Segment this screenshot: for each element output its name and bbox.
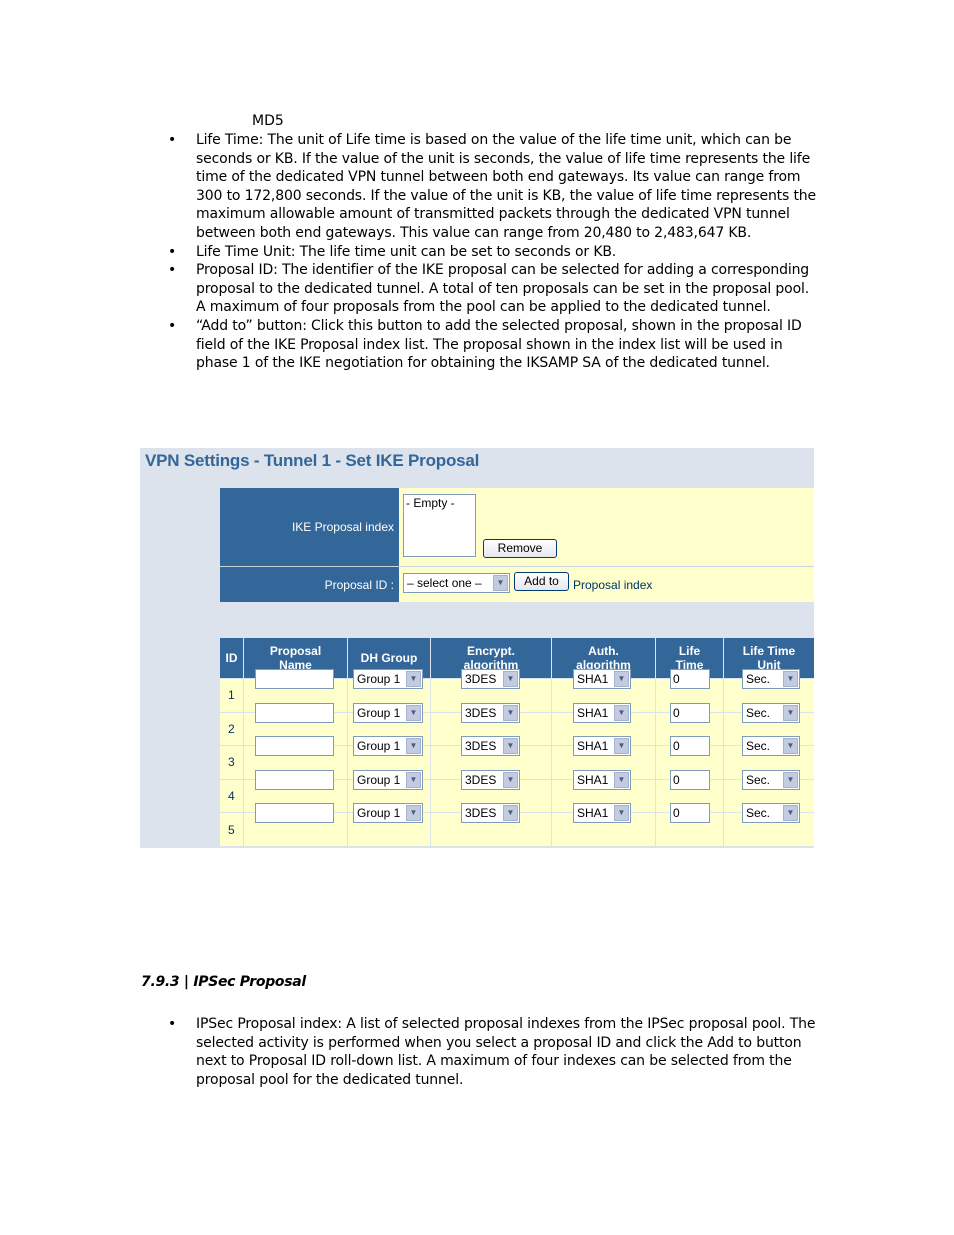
chevron-down-icon[interactable]: ▼ [406, 805, 421, 822]
chevron-down-icon[interactable]: ▼ [406, 771, 421, 788]
add-to-button[interactable]: Add to [514, 572, 569, 591]
auth-select[interactable]: SHA1 ▼ [573, 736, 631, 757]
bullet-life-time-unit: • Life Time Unit: The life time unit can … [168, 243, 617, 260]
section-heading: 7.9.3 | IPSec Proposal [141, 974, 306, 990]
proposal-id-label: Proposal ID : [220, 566, 399, 602]
life-time-unit-select[interactable]: Sec. ▼ [742, 803, 800, 824]
dh-group-select[interactable]: Group 1 ▼ [353, 803, 423, 824]
row-id: 3 [220, 745, 244, 780]
bullet-proposal-id: • Proposal ID: The identifier of the IKE … [168, 262, 810, 316]
screenshot-title: VPN Settings - Tunnel 1 - Set IKE Propos… [145, 451, 480, 470]
chevron-down-icon[interactable]: ▼ [783, 771, 798, 788]
proposal-name-input[interactable] [255, 803, 334, 824]
listbox-item[interactable]: - Empty - [406, 496, 455, 510]
bullet-glyph: • [168, 132, 177, 148]
chevron-down-icon[interactable]: ▼ [614, 805, 629, 822]
row-id: 1 [220, 678, 244, 713]
section-bullet-list: • IPSec Proposal index: A list of selecte… [168, 1015, 818, 1089]
proposal-table: ID Proposal Name DH Group Encrypt. algor… [220, 638, 814, 846]
encrypt-select[interactable]: 3DES ▼ [461, 669, 520, 689]
proposal-index-link[interactable]: Proposal index [573, 578, 652, 592]
encrypt-select[interactable]: 3DES ▼ [461, 736, 520, 757]
chevron-down-icon[interactable]: ▼ [406, 704, 421, 721]
auth-select[interactable]: SHA1 ▼ [573, 769, 631, 790]
chevron-down-icon[interactable]: ▼ [614, 738, 629, 755]
life-time-input[interactable]: 0 [670, 702, 710, 723]
ike-index-label: IKE Proposal index [220, 488, 399, 567]
bullet-ipsec-index: • IPSec Proposal index: A list of selecte… [168, 1016, 816, 1088]
bullet-glyph: • [168, 1016, 177, 1032]
chevron-down-icon[interactable]: ▼ [614, 771, 629, 788]
remove-button[interactable]: Remove [483, 539, 557, 558]
encrypt-select[interactable]: 3DES ▼ [461, 803, 520, 824]
chevron-down-icon[interactable]: ▼ [406, 671, 421, 687]
chevron-down-icon[interactable]: ▼ [503, 704, 518, 721]
life-time-input[interactable]: 0 [670, 769, 710, 790]
chevron-down-icon[interactable]: ▼ [783, 671, 798, 687]
life-time-unit-select[interactable]: Sec. ▼ [742, 736, 800, 757]
chevron-down-icon[interactable]: ▼ [614, 671, 629, 687]
auth-select[interactable]: SHA1 ▼ [573, 702, 631, 723]
chevron-down-icon[interactable]: ▼ [503, 771, 518, 788]
encrypt-select[interactable]: 3DES ▼ [461, 769, 520, 790]
life-time-unit-select[interactable]: Sec. ▼ [742, 702, 800, 723]
dh-group-select[interactable]: Group 1 ▼ [353, 669, 423, 689]
encrypt-select[interactable]: 3DES ▼ [461, 702, 520, 723]
row-id: 4 [220, 778, 244, 813]
chevron-down-icon[interactable]: ▼ [783, 704, 798, 721]
auth-select[interactable]: SHA1 ▼ [573, 803, 631, 824]
proposal-name-input[interactable] [255, 702, 334, 723]
bullet-glyph: • [168, 262, 177, 279]
row-id: 5 [220, 812, 244, 846]
proposal-name-input[interactable] [255, 736, 334, 757]
col-id: ID [220, 638, 244, 679]
bullet-glyph: • [168, 317, 177, 334]
dh-group-select[interactable]: Group 1 ▼ [353, 769, 423, 790]
chevron-down-icon[interactable]: ▼ [503, 738, 518, 755]
life-time-input[interactable]: 0 [670, 669, 710, 689]
bullet-life-time: • Life Time: The unit of Life time is bas… [168, 132, 816, 241]
chevron-down-icon[interactable]: ▼ [783, 738, 798, 755]
bullet-add-to: • “Add to” button: Click this button to a… [168, 317, 802, 372]
life-time-input[interactable]: 0 [670, 736, 710, 757]
ike-proposal-screenshot: VPN Settings - Tunnel 1 - Set IKE Propos… [140, 448, 814, 848]
table-row: 5 Group 1 ▼ 3DES ▼ SHA1 ▼ 0 Sec. ▼ [220, 803, 814, 846]
life-time-unit-select[interactable]: Sec. ▼ [742, 669, 800, 689]
md5-line: MD5 [252, 113, 284, 129]
proposal-id-select[interactable]: – select one – ▼ [403, 573, 510, 593]
dh-group-select[interactable]: Group 1 ▼ [353, 702, 423, 723]
bullet-glyph: • [168, 243, 177, 260]
chevron-down-icon[interactable]: ▼ [493, 575, 508, 591]
chevron-down-icon[interactable]: ▼ [503, 671, 518, 687]
chevron-down-icon[interactable]: ▼ [614, 704, 629, 721]
ike-index-listbox[interactable]: - Empty - [403, 494, 476, 557]
proposal-name-input[interactable] [255, 769, 334, 790]
chevron-down-icon[interactable]: ▼ [406, 738, 421, 755]
proposal-name-input[interactable] [255, 669, 334, 689]
chevron-down-icon[interactable]: ▼ [503, 805, 518, 822]
bullet-list: • Life Time: The unit of Life time is bas… [168, 131, 818, 373]
dh-group-select[interactable]: Group 1 ▼ [353, 736, 423, 757]
chevron-down-icon[interactable]: ▼ [783, 805, 798, 822]
life-time-unit-select[interactable]: Sec. ▼ [742, 769, 800, 790]
life-time-input[interactable]: 0 [670, 803, 710, 824]
row-id: 2 [220, 711, 244, 746]
auth-select[interactable]: SHA1 ▼ [573, 669, 631, 689]
